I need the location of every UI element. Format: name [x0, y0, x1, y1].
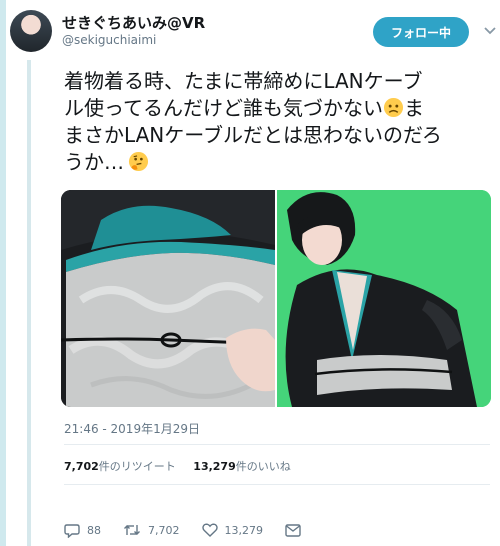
- tweet-text: 着物着る時、たまに帯締めにLANケーブ ル使ってるんだけど誰も気づかない ま ま…: [64, 68, 494, 176]
- likes-count: 13,279: [193, 460, 236, 473]
- retweet-icon: [124, 525, 140, 535]
- direct-message-button[interactable]: [285, 523, 308, 537]
- tweet-line: ル使ってるんだけど誰も気づかない: [64, 96, 383, 120]
- retweet-count: 7,702: [148, 523, 180, 537]
- like-button[interactable]: 13,279: [201, 523, 264, 537]
- tweet-timestamp[interactable]: 21:46 - 2019年1月29日: [64, 420, 200, 437]
- tweet-line: うか…: [64, 150, 124, 174]
- like-count: 13,279: [224, 523, 264, 537]
- chevron-down-icon[interactable]: [483, 24, 497, 38]
- thinking-face-emoji: [128, 151, 149, 172]
- divider: [64, 484, 490, 485]
- reply-icon: [64, 523, 80, 538]
- following-button[interactable]: フォロー中: [373, 17, 469, 47]
- tweet-media[interactable]: [61, 190, 491, 407]
- reply-button[interactable]: 88: [64, 523, 101, 538]
- retweets-label: 件のリツイート: [98, 460, 176, 473]
- tweet-header: せきぐちあいみ@VR @sekiguchiaimi フォロー中: [10, 10, 496, 54]
- tweet-actions: 88 7,702 13,279: [64, 522, 330, 538]
- display-name[interactable]: せきぐちあいみ@VR: [62, 12, 205, 33]
- divider: [64, 444, 490, 445]
- retweet-button[interactable]: 7,702: [123, 523, 180, 537]
- photo-kimono-selfie[interactable]: [277, 190, 491, 407]
- tweet-line-with-emoji: うか…: [64, 149, 494, 176]
- worried-face-emoji: [383, 97, 404, 118]
- tweet-line: まさかLANケーブルだとは思わないのだろ: [64, 123, 442, 147]
- left-rail: [0, 0, 6, 546]
- likes-label: 件のいいね: [235, 460, 291, 473]
- reply-count: 88: [87, 523, 101, 537]
- user-handle[interactable]: @sekiguchiaimi: [62, 33, 156, 47]
- envelope-icon: [285, 523, 301, 537]
- tweet-line: 着物着る時、たまに帯締めにLANケーブ: [64, 69, 423, 93]
- heart-icon: [201, 523, 218, 537]
- tweet-line-with-emoji: ル使ってるんだけど誰も気づかない ま: [64, 96, 424, 120]
- likes-stat[interactable]: 13,279件のいいね: [193, 460, 290, 473]
- tweet-stats: 7,702件のリツイート 13,279件のいいね: [64, 458, 305, 474]
- retweets-stat[interactable]: 7,702件のリツイート: [64, 460, 176, 473]
- retweets-count: 7,702: [64, 460, 99, 473]
- thread-line: [27, 60, 31, 546]
- photo-obi-closeup[interactable]: [61, 190, 275, 407]
- avatar[interactable]: [10, 10, 52, 52]
